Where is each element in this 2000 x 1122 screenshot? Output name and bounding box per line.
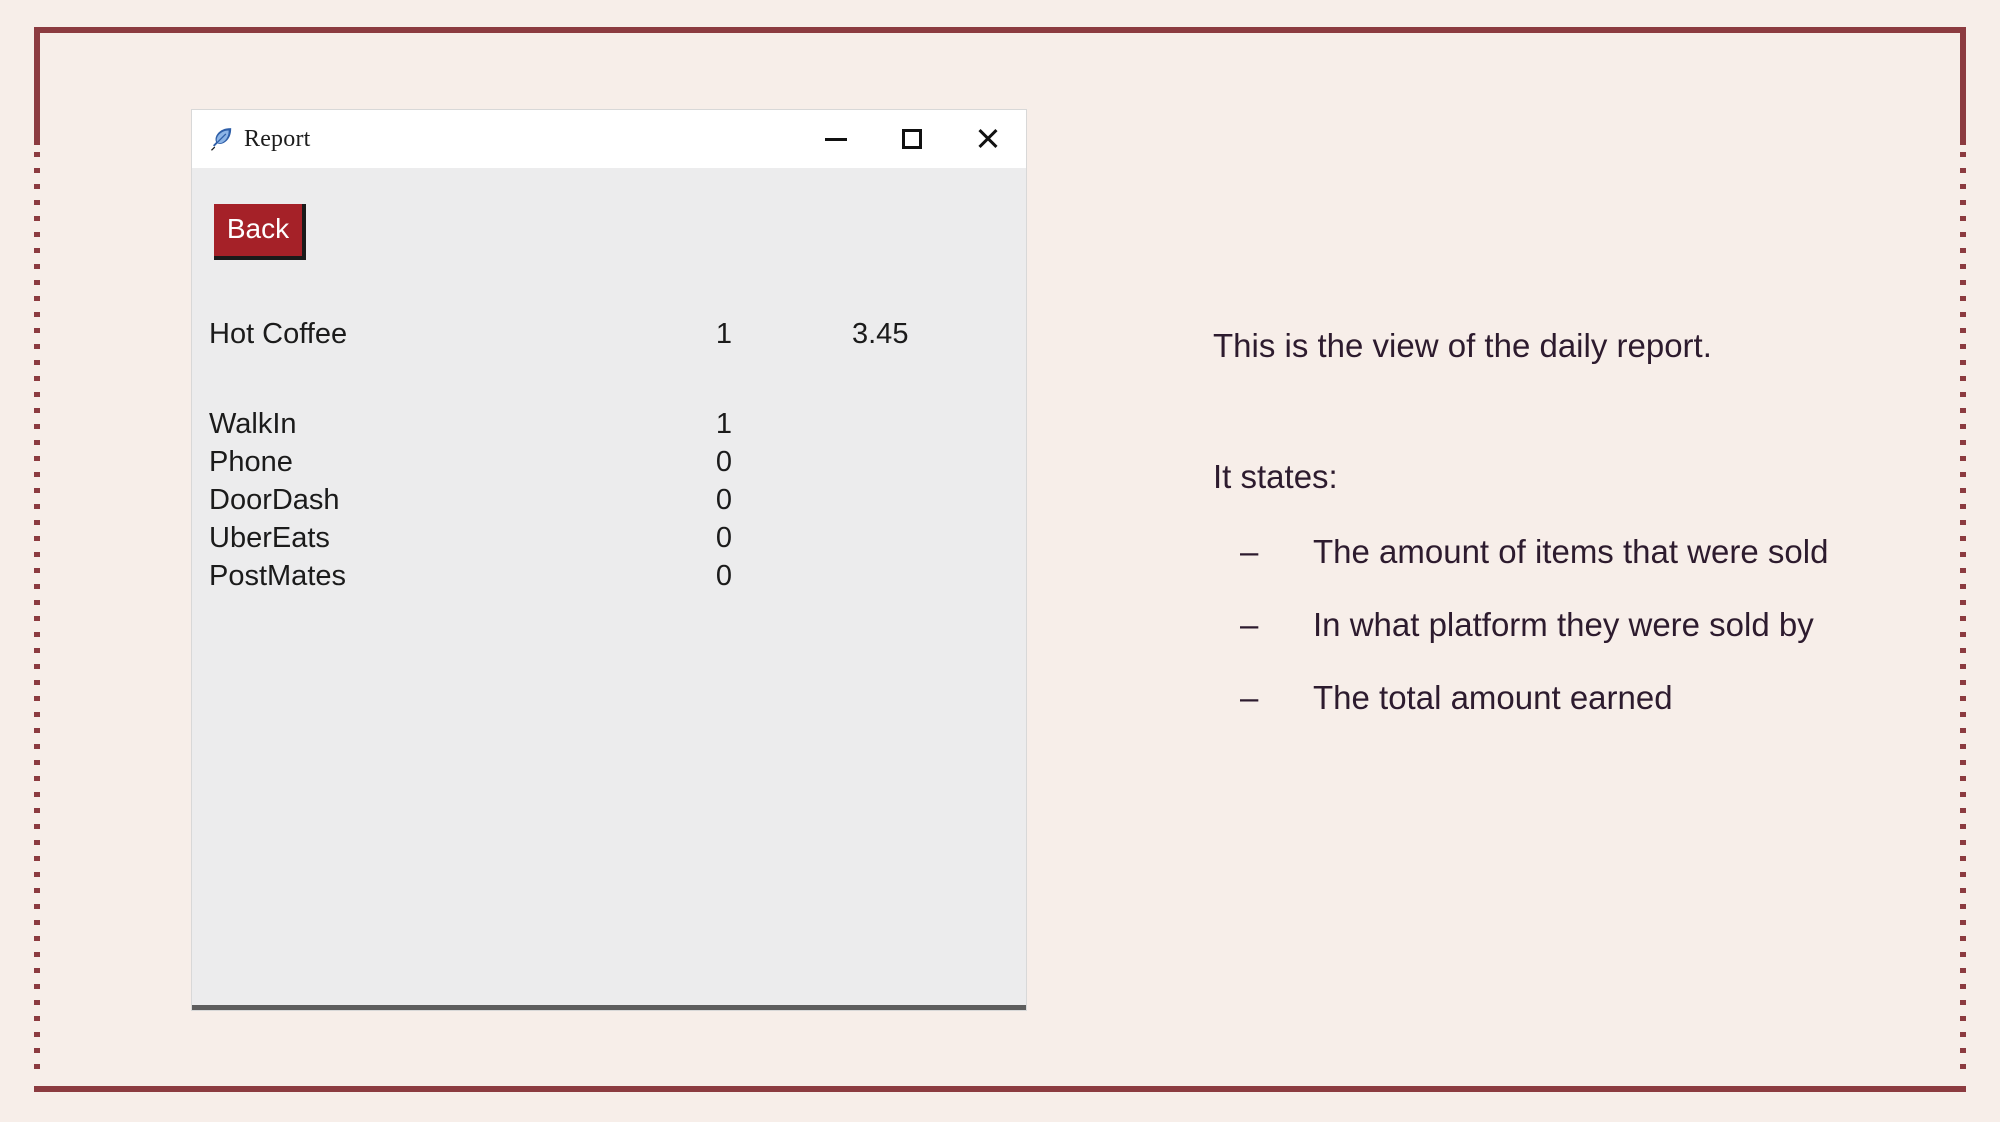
minimize-icon — [825, 137, 847, 141]
report-content: Hot Coffee 1 3.45 WalkIn 1 Phone 0 DoorD… — [192, 318, 1026, 598]
report-window: Report Back Hot Coffee 1 3.45 WalkIn 1 P… — [192, 110, 1026, 1010]
minimize-button[interactable] — [798, 110, 874, 168]
frame-bottom-rule — [34, 1086, 1966, 1092]
platform-count-cell: 1 — [715, 408, 732, 440]
dash-bullet-icon: – — [1240, 532, 1259, 570]
platform-name-cell: UberEats — [209, 522, 330, 554]
frame-top-rule — [34, 27, 1966, 33]
item-price-cell: 3.45 — [852, 318, 909, 350]
close-button[interactable] — [950, 110, 1026, 168]
annotation-intro-text: This is the view of the daily report. — [1213, 327, 1712, 364]
list-item-label: The amount of items that were sold — [1313, 532, 1829, 570]
platform-name-cell: Phone — [209, 446, 293, 478]
table-row: DoorDash 0 — [192, 484, 1026, 522]
platform-count-cell: 0 — [715, 446, 732, 478]
table-row: Hot Coffee 1 3.45 — [192, 318, 1026, 356]
list-item-label: The total amount earned — [1313, 678, 1673, 716]
back-button[interactable]: Back — [214, 204, 306, 260]
frame-right-dotted-rule — [1960, 152, 1966, 1080]
window-title-bar: Report — [192, 110, 1026, 168]
maximize-button[interactable] — [874, 110, 950, 168]
sold-items-table: Hot Coffee 1 3.45 — [192, 318, 1026, 356]
list-item: – In what platform they were sold by — [1213, 602, 1833, 649]
platform-name-cell: PostMates — [209, 560, 346, 592]
table-row: WalkIn 1 — [192, 408, 1026, 446]
list-item: – The amount of items that were sold — [1213, 529, 1833, 576]
dash-bullet-icon: – — [1240, 605, 1259, 643]
platform-count-cell: 0 — [715, 522, 732, 554]
frame-left-corner-rule — [34, 27, 40, 145]
frame-left-dotted-rule — [34, 152, 40, 1080]
platform-count-cell: 0 — [715, 560, 732, 592]
table-row: PostMates 0 — [192, 560, 1026, 598]
dash-bullet-icon: – — [1240, 678, 1259, 716]
platform-count-cell: 0 — [715, 484, 732, 516]
annotation-panel: This is the view of the daily report. It… — [1213, 290, 1833, 747]
frame-right-corner-rule — [1960, 27, 1966, 145]
list-item: – The total amount earned — [1213, 675, 1833, 722]
platform-name-cell: WalkIn — [209, 408, 297, 440]
window-controls — [798, 110, 1026, 168]
annotation-bullet-list: – The amount of items that were sold – I… — [1213, 529, 1833, 722]
window-title-group: Report — [192, 126, 311, 153]
platform-breakdown-table: WalkIn 1 Phone 0 DoorDash 0 UberEats 0 P… — [192, 408, 1026, 598]
list-item-label: In what platform they were sold by — [1313, 605, 1814, 643]
window-client-area: Back Hot Coffee 1 3.45 WalkIn 1 Phone 0 — [192, 168, 1026, 1010]
close-icon — [976, 127, 1000, 151]
table-row: Phone 0 — [192, 446, 1026, 484]
item-qty-cell: 1 — [715, 318, 732, 350]
annotation-states-label: It states: — [1213, 457, 1338, 495]
window-title-label: Report — [244, 125, 311, 152]
table-row: UberEats 0 — [192, 522, 1026, 560]
feather-icon — [210, 126, 232, 152]
platform-name-cell: DoorDash — [209, 484, 340, 516]
maximize-icon — [902, 129, 922, 149]
item-name-cell: Hot Coffee — [209, 318, 348, 350]
